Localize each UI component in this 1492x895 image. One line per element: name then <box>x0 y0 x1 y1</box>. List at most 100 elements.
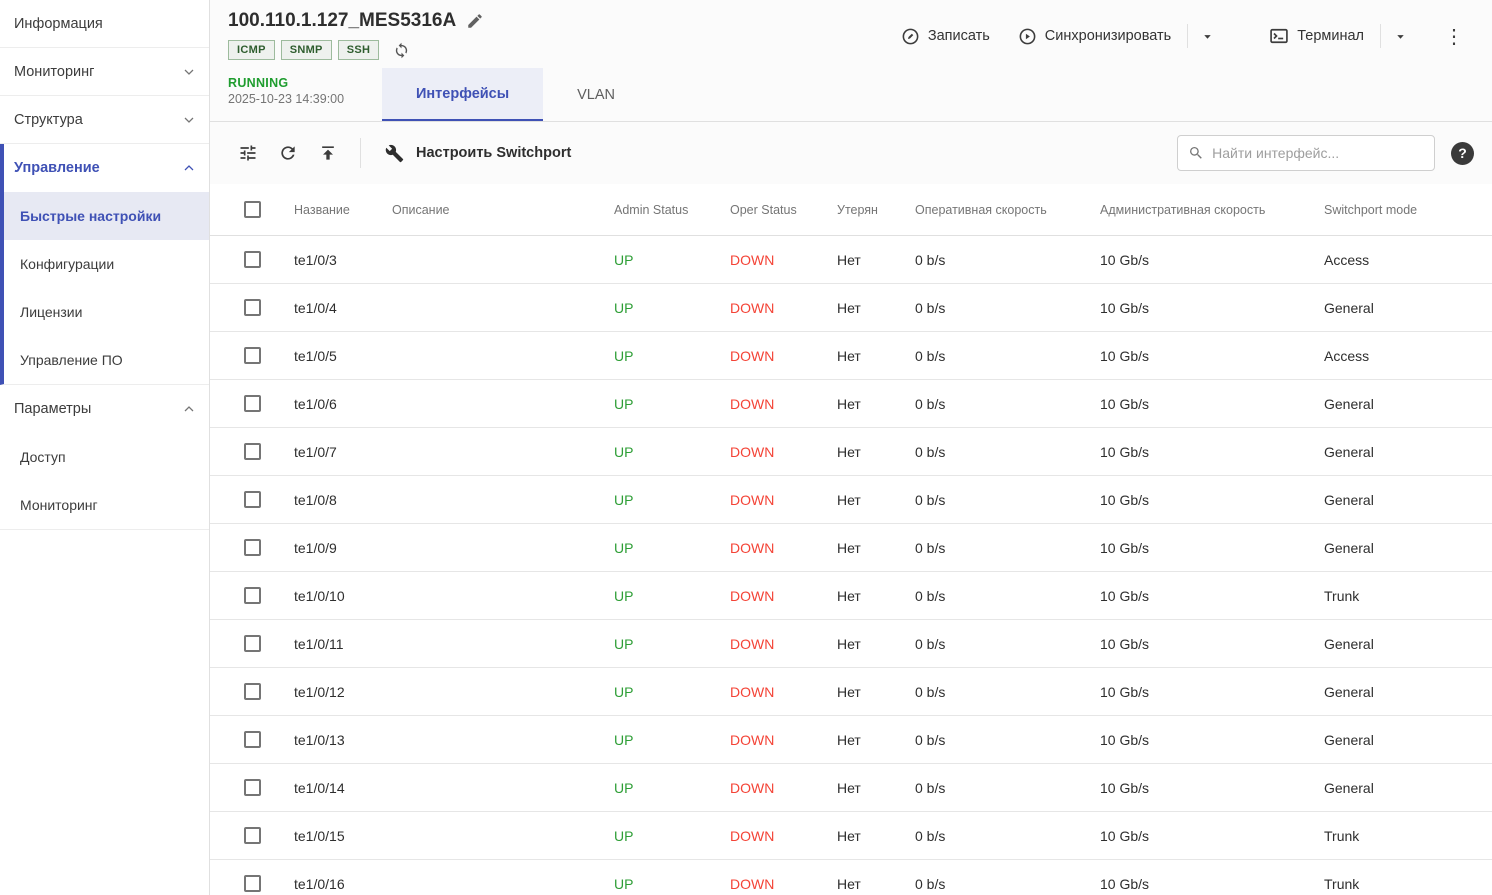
sidebar-item-label: Параметры <box>14 401 91 417</box>
sidebar-item-configurations[interactable]: Конфигурации <box>4 240 209 288</box>
table-row[interactable]: te1/0/9 UP DOWN Нет 0 b/s 10 Gb/s Genera… <box>210 524 1492 572</box>
row-checkbox[interactable] <box>244 251 261 268</box>
column-header-name[interactable]: Название <box>294 203 392 217</box>
cell-lost: Нет <box>837 732 915 748</box>
search-input[interactable] <box>1212 145 1424 161</box>
tab-interfaces[interactable]: Интерфейсы <box>382 68 543 121</box>
table-row[interactable]: te1/0/8 UP DOWN Нет 0 b/s 10 Gb/s Genera… <box>210 476 1492 524</box>
table-row[interactable]: te1/0/6 UP DOWN Нет 0 b/s 10 Gb/s Genera… <box>210 380 1492 428</box>
status-badge: RUNNING <box>228 76 382 90</box>
device-header: 100.110.1.127_MES5316A ICMP SNMP SSH <box>210 0 1492 68</box>
synchronize-dropdown-caret[interactable] <box>1192 25 1223 48</box>
cell-oper-speed: 0 b/s <box>915 444 1100 460</box>
cell-admin-speed: 10 Gb/s <box>1100 636 1324 652</box>
sidebar-item-information[interactable]: Информация <box>0 0 209 48</box>
filter-columns-button[interactable] <box>228 133 268 173</box>
upload-button[interactable] <box>308 133 348 173</box>
cell-admin-status: UP <box>614 348 730 364</box>
row-checkbox[interactable] <box>244 635 261 652</box>
sidebar-item-software-management[interactable]: Управление ПО <box>4 336 209 384</box>
sidebar-item-quick-settings[interactable]: Быстрые настройки <box>4 192 209 240</box>
header-actions: Записать Синхронизировать Терминал <box>889 20 1474 52</box>
column-header-description[interactable]: Описание <box>392 203 614 217</box>
sidebar-item-access[interactable]: Доступ <box>0 433 209 481</box>
table-row[interactable]: te1/0/16 UP DOWN Нет 0 b/s 10 Gb/s Trunk <box>210 860 1492 895</box>
table-row[interactable]: te1/0/11 UP DOWN Нет 0 b/s 10 Gb/s Gener… <box>210 620 1492 668</box>
edit-title-icon[interactable] <box>466 12 484 30</box>
terminal-dropdown-caret[interactable] <box>1385 25 1416 48</box>
sidebar-item-monitoring-sub[interactable]: Мониторинг <box>0 481 209 529</box>
terminal-button[interactable]: Терминал <box>1257 20 1376 52</box>
sidebar-item-structure[interactable]: Структура <box>0 96 209 144</box>
cell-admin-speed: 10 Gb/s <box>1100 828 1324 844</box>
sidebar: Информация Мониторинг Структура Управлен… <box>0 0 210 895</box>
row-checkbox[interactable] <box>244 731 261 748</box>
main-panel: 100.110.1.127_MES5316A ICMP SNMP SSH <box>210 0 1492 895</box>
cell-oper-status: DOWN <box>730 732 837 748</box>
tab-vlan[interactable]: VLAN <box>543 68 649 121</box>
cell-oper-status: DOWN <box>730 588 837 604</box>
row-checkbox[interactable] <box>244 299 261 316</box>
column-header-oper-status[interactable]: Oper Status <box>730 203 837 217</box>
sidebar-item-parameters[interactable]: Параметры <box>0 385 209 433</box>
table-row[interactable]: te1/0/5 UP DOWN Нет 0 b/s 10 Gb/s Access <box>210 332 1492 380</box>
table-row[interactable]: te1/0/12 UP DOWN Нет 0 b/s 10 Gb/s Gener… <box>210 668 1492 716</box>
cell-oper-speed: 0 b/s <box>915 396 1100 412</box>
sidebar-item-monitoring[interactable]: Мониторинг <box>0 48 209 96</box>
cell-oper-speed: 0 b/s <box>915 540 1100 556</box>
row-checkbox[interactable] <box>244 443 261 460</box>
help-icon[interactable]: ? <box>1451 142 1474 165</box>
more-options-icon[interactable]: ⋮ <box>1434 22 1474 51</box>
cell-lost: Нет <box>837 444 915 460</box>
column-header-admin-speed[interactable]: Административная скорость <box>1100 203 1324 217</box>
cell-oper-status: DOWN <box>730 828 837 844</box>
sidebar-item-licenses[interactable]: Лицензии <box>4 288 209 336</box>
cell-switchport-mode: Trunk <box>1324 876 1492 892</box>
divider <box>360 138 361 168</box>
table-row[interactable]: te1/0/3 UP DOWN Нет 0 b/s 10 Gb/s Access <box>210 236 1492 284</box>
status-timestamp: 2025-10-23 14:39:00 <box>228 92 382 106</box>
column-header-switchport-mode[interactable]: Switchport mode <box>1324 203 1492 217</box>
protocol-badge-snmp: SNMP <box>281 40 332 60</box>
table-row[interactable]: te1/0/4 UP DOWN Нет 0 b/s 10 Gb/s Genera… <box>210 284 1492 332</box>
row-checkbox[interactable] <box>244 779 261 796</box>
row-checkbox[interactable] <box>244 875 261 892</box>
select-all-checkbox[interactable] <box>244 201 261 218</box>
cell-admin-speed: 10 Gb/s <box>1100 252 1324 268</box>
cell-admin-speed: 10 Gb/s <box>1100 588 1324 604</box>
table-row[interactable]: te1/0/15 UP DOWN Нет 0 b/s 10 Gb/s Trunk <box>210 812 1492 860</box>
synchronize-button[interactable]: Синхронизировать <box>1006 21 1183 52</box>
table-row[interactable]: te1/0/10 UP DOWN Нет 0 b/s 10 Gb/s Trunk <box>210 572 1492 620</box>
cell-lost: Нет <box>837 300 915 316</box>
row-checkbox[interactable] <box>244 491 261 508</box>
configure-switchport-button[interactable]: Настроить Switchport <box>373 136 583 171</box>
interfaces-table: Название Описание Admin Status Oper Stat… <box>210 184 1492 895</box>
refresh-status-icon[interactable] <box>393 42 410 59</box>
table-row[interactable]: te1/0/13 UP DOWN Нет 0 b/s 10 Gb/s Gener… <box>210 716 1492 764</box>
cell-switchport-mode: General <box>1324 300 1492 316</box>
cell-lost: Нет <box>837 780 915 796</box>
row-checkbox[interactable] <box>244 347 261 364</box>
sidebar-item-management[interactable]: Управление <box>4 144 209 192</box>
column-header-oper-speed[interactable]: Оперативная скорость <box>915 203 1100 217</box>
cell-oper-speed: 0 b/s <box>915 492 1100 508</box>
row-checkbox[interactable] <box>244 395 261 412</box>
column-header-lost[interactable]: Утерян <box>837 203 915 217</box>
row-checkbox[interactable] <box>244 587 261 604</box>
table-row[interactable]: te1/0/7 UP DOWN Нет 0 b/s 10 Gb/s Genera… <box>210 428 1492 476</box>
cell-switchport-mode: General <box>1324 540 1492 556</box>
terminal-label: Терминал <box>1297 28 1364 44</box>
write-button[interactable]: Записать <box>889 21 1002 52</box>
cell-admin-status: UP <box>614 780 730 796</box>
cell-admin-speed: 10 Gb/s <box>1100 876 1324 892</box>
column-header-admin-status[interactable]: Admin Status <box>614 203 730 217</box>
refresh-table-button[interactable] <box>268 133 308 173</box>
cell-admin-speed: 10 Gb/s <box>1100 780 1324 796</box>
cell-admin-status: UP <box>614 492 730 508</box>
row-checkbox[interactable] <box>244 827 261 844</box>
row-checkbox[interactable] <box>244 683 261 700</box>
cell-lost: Нет <box>837 492 915 508</box>
row-checkbox[interactable] <box>244 539 261 556</box>
cell-oper-speed: 0 b/s <box>915 828 1100 844</box>
table-row[interactable]: te1/0/14 UP DOWN Нет 0 b/s 10 Gb/s Gener… <box>210 764 1492 812</box>
